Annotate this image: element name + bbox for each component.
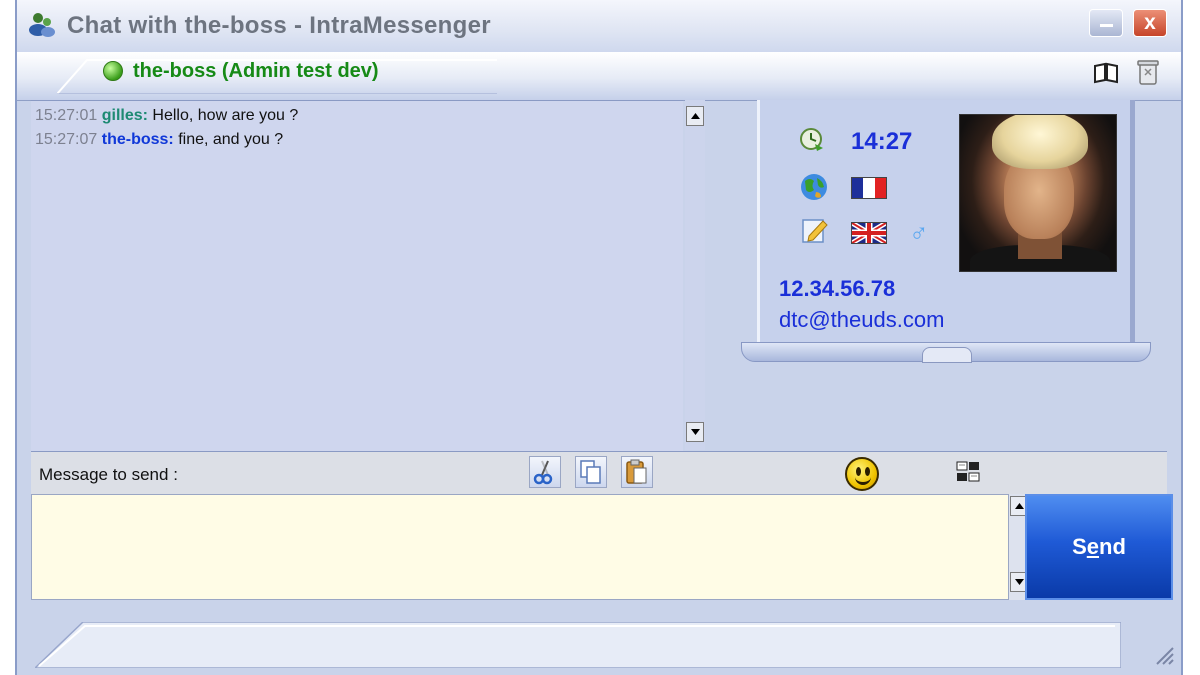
panel-grip[interactable]	[922, 347, 972, 363]
message-input[interactable]	[32, 495, 1008, 599]
resize-grip-icon[interactable]	[1153, 644, 1175, 671]
address-book-icon[interactable]	[1093, 62, 1119, 89]
contact-info-panel-base	[741, 342, 1151, 363]
message-to-send-label: Message to send :	[39, 465, 178, 484]
contact-name: the-boss (Admin test dev)	[133, 60, 379, 82]
status-bar	[35, 622, 1121, 668]
arrow-down-icon	[1015, 579, 1024, 585]
app-people-icon	[27, 10, 57, 40]
window-title: Chat with the-boss - IntraMessenger	[67, 12, 491, 39]
message-time: 15:27:07	[35, 131, 98, 148]
male-gender-icon: ♂	[909, 218, 929, 248]
message-time: 15:27:01	[35, 107, 98, 124]
message-sender: the-boss:	[101, 131, 174, 148]
close-icon: x	[1144, 11, 1156, 34]
arrow-up-icon	[691, 113, 700, 119]
scroll-down-button[interactable]	[686, 422, 704, 442]
chat-message: 15:27:01 gilles: Hello, how are you ?	[35, 107, 298, 125]
trash-icon[interactable]	[1137, 58, 1159, 91]
smiley-icon[interactable]	[845, 457, 879, 491]
contact-ip: 12.34.56.78	[779, 276, 896, 301]
minimize-button[interactable]	[1089, 9, 1123, 37]
minimize-icon	[1100, 24, 1113, 27]
message-text: fine, and you ?	[178, 131, 284, 148]
scroll-up-button[interactable]	[686, 106, 704, 126]
copy-icon	[580, 460, 601, 484]
contact-email[interactable]: dtc@theuds.com	[779, 307, 944, 333]
contact-photo	[959, 114, 1117, 272]
message-text: Hello, how are you ?	[152, 107, 299, 124]
chat-message: 15:27:07 the-boss: fine, and you ?	[35, 131, 283, 149]
arrow-down-icon	[691, 429, 700, 435]
arrow-up-icon	[1015, 503, 1024, 509]
chat-history[interactable]: 15:27:01 gilles: Hello, how are you ? 15…	[31, 100, 683, 451]
flag-france-icon	[851, 177, 887, 199]
cut-button[interactable]	[529, 456, 561, 488]
send-button[interactable]: Send	[1025, 494, 1173, 600]
format-icon[interactable]	[956, 461, 980, 488]
clock-icon	[799, 126, 825, 157]
edit-note-icon	[801, 216, 829, 249]
message-input-area[interactable]	[31, 494, 1009, 600]
globe-icon	[799, 172, 829, 207]
contact-local-time: 14:27	[851, 128, 913, 155]
chat-window: Chat with the-boss - IntraMessenger x th…	[15, 0, 1183, 675]
paste-icon	[626, 459, 647, 484]
compose-toolbar: Message to send :	[31, 451, 1167, 495]
close-button[interactable]: x	[1133, 9, 1167, 37]
flag-uk-icon	[851, 222, 887, 244]
chat-scrollbar[interactable]	[685, 100, 705, 450]
message-sender: gilles:	[101, 107, 148, 124]
cut-icon	[533, 460, 553, 485]
paste-button[interactable]	[621, 456, 653, 488]
contact-header: the-boss (Admin test dev)	[17, 52, 1181, 101]
copy-button[interactable]	[575, 456, 607, 488]
title-bar[interactable]: Chat with the-boss - IntraMessenger x	[17, 0, 1181, 53]
online-status-icon	[103, 61, 123, 81]
